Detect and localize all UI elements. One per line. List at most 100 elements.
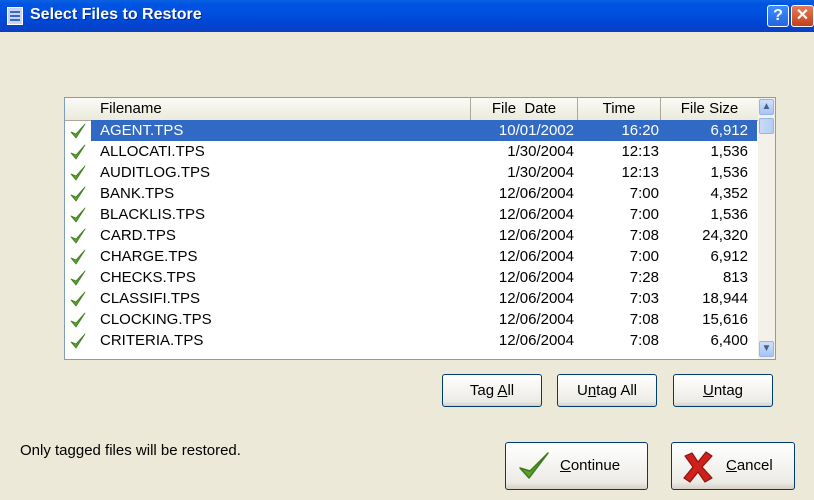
cell-time: 7:00 — [629, 185, 659, 202]
cell-file-size: 6,400 — [710, 332, 748, 349]
checkmark-icon[interactable] — [69, 310, 87, 329]
cell-file-date: 12/06/2004 — [498, 332, 574, 349]
untag-all-label-a: U — [576, 382, 588, 399]
cell-file-date: 12/06/2004 — [498, 311, 574, 328]
scroll-up-icon[interactable]: ▲ — [759, 99, 774, 115]
checkmark-icon[interactable] — [69, 184, 87, 203]
cell-file-size: 6,912 — [661, 120, 757, 141]
cell-time: 7:00 — [629, 206, 659, 223]
cell-file-date: 1/30/2004 — [507, 164, 574, 181]
untag-all-label-b: tag All — [596, 382, 638, 399]
table-row[interactable]: CRITERIA.TPS 12/06/2004 7:08 6,400 — [65, 330, 758, 351]
list-header: Filename File Date Time File Size — [65, 98, 758, 121]
cell-file-size: 1,536 — [710, 206, 748, 223]
cancel-label: ancel — [736, 457, 773, 474]
scroll-thumb[interactable] — [759, 118, 774, 134]
cell-time: 7:03 — [629, 290, 659, 307]
cell-file-size: 813 — [722, 269, 748, 286]
help-button[interactable]: ? — [767, 5, 789, 27]
close-button[interactable]: ✕ — [791, 5, 814, 27]
column-header-filename[interactable]: Filename — [65, 98, 471, 120]
title-bar[interactable]: Select Files to Restore ? ✕ — [0, 0, 814, 32]
table-row[interactable]: CLOCKING.TPS 12/06/2004 7:08 15,616 — [65, 309, 758, 330]
cell-file-date: 12/06/2004 — [498, 248, 574, 265]
cell-time: 7:08 — [629, 332, 659, 349]
cell-filename: BANK.TPS — [100, 185, 175, 202]
tag-all-label-b: ll — [507, 382, 515, 399]
cancel-button[interactable]: Cancel — [671, 442, 795, 490]
cell-file-date: 10/01/2002 — [471, 120, 578, 141]
x-icon — [683, 451, 713, 483]
checkmark-icon[interactable] — [69, 142, 87, 161]
cell-time: 7:00 — [629, 248, 659, 265]
cell-file-date: 1/30/2004 — [507, 143, 574, 160]
table-row[interactable]: BLACKLIS.TPS 12/06/2004 7:00 1,536 — [65, 204, 758, 225]
cell-file-size: 6,912 — [710, 248, 748, 265]
untag-all-button[interactable]: Untag All — [557, 374, 657, 407]
cell-filename: AUDITLOG.TPS — [100, 164, 211, 181]
tag-all-button[interactable]: Tag All — [442, 374, 542, 407]
table-row[interactable]: CHARGE.TPS 12/06/2004 7:00 6,912 — [65, 246, 758, 267]
cell-file-size: 18,944 — [702, 290, 748, 307]
table-row[interactable]: ALLOCATI.TPS 1/30/2004 12:13 1,536 — [65, 141, 758, 162]
cell-file-size: 24,320 — [702, 227, 748, 244]
cell-time: 16:20 — [578, 120, 661, 141]
cell-filename: ALLOCATI.TPS — [100, 143, 205, 160]
cell-file-date: 12/06/2004 — [498, 269, 574, 286]
restore-dialog: Select Files to Restore ? ✕ Filename Fil… — [0, 0, 814, 500]
cell-time: 12:13 — [621, 164, 659, 181]
table-row[interactable]: AUDITLOG.TPS 1/30/2004 12:13 1,536 — [65, 162, 758, 183]
continue-accelerator: C — [560, 457, 571, 474]
table-row[interactable]: BANK.TPS 12/06/2004 7:00 4,352 — [65, 183, 758, 204]
column-header-time[interactable]: Time — [578, 98, 661, 120]
table-row[interactable]: CARD.TPS 12/06/2004 7:08 24,320 — [65, 225, 758, 246]
tag-all-label-a: Tag — [469, 382, 498, 399]
untag-label: ntag — [713, 382, 744, 399]
table-row[interactable]: AGENT.TPS 10/01/2002 16:20 6,912 — [65, 120, 758, 141]
cell-file-size: 4,352 — [710, 185, 748, 202]
cell-time: 7:28 — [629, 269, 659, 286]
checkmark-icon[interactable] — [69, 121, 87, 140]
cell-file-date: 12/06/2004 — [498, 290, 574, 307]
cell-filename: BLACKLIS.TPS — [100, 206, 206, 223]
cell-file-size: 1,536 — [710, 143, 748, 160]
column-header-file-size[interactable]: File Size — [661, 98, 758, 120]
checkmark-icon[interactable] — [69, 205, 87, 224]
column-header-file-date[interactable]: File Date — [471, 98, 578, 120]
cell-filename: AGENT.TPS — [91, 120, 471, 141]
scroll-down-icon[interactable]: ▼ — [759, 341, 774, 357]
status-message: Only tagged files will be restored. — [20, 442, 241, 459]
untag-accelerator: U — [702, 382, 714, 399]
table-row[interactable]: CLASSIFI.TPS 12/06/2004 7:03 18,944 — [65, 288, 758, 309]
cell-file-date: 12/06/2004 — [498, 206, 574, 223]
cancel-accelerator: C — [726, 457, 737, 474]
cell-filename: CHECKS.TPS — [100, 269, 196, 286]
cell-file-date: 12/06/2004 — [498, 227, 574, 244]
cell-filename: CARD.TPS — [100, 227, 176, 244]
window-icon — [7, 7, 23, 25]
checkmark-icon[interactable] — [69, 268, 87, 287]
tag-all-accelerator: A — [497, 382, 508, 399]
untag-button[interactable]: Untag — [673, 374, 773, 407]
cell-filename: CHARGE.TPS — [100, 248, 198, 265]
cell-filename: CRITERIA.TPS — [100, 332, 204, 349]
continue-button[interactable]: Continue — [505, 442, 648, 490]
continue-label: ontinue — [570, 457, 621, 474]
table-row[interactable]: CHECKS.TPS 12/06/2004 7:28 813 — [65, 267, 758, 288]
cell-file-size: 15,616 — [702, 311, 748, 328]
cell-time: 12:13 — [621, 143, 659, 160]
checkmark-icon[interactable] — [69, 331, 87, 350]
file-list[interactable]: Filename File Date Time File Size AGENT.… — [64, 97, 776, 360]
window-title: Select Files to Restore — [30, 6, 202, 23]
checkmark-icon[interactable] — [69, 163, 87, 182]
cell-file-date: 12/06/2004 — [498, 185, 574, 202]
cell-time: 7:08 — [629, 311, 659, 328]
checkmark-icon[interactable] — [69, 226, 87, 245]
cell-filename: CLASSIFI.TPS — [100, 290, 201, 307]
checkmark-icon — [519, 452, 549, 479]
cell-filename: CLOCKING.TPS — [100, 311, 212, 328]
vertical-scrollbar[interactable]: ▲ ▼ — [758, 98, 775, 359]
checkmark-icon[interactable] — [69, 289, 87, 308]
checkmark-icon[interactable] — [69, 247, 87, 266]
untag-all-accelerator: n — [587, 382, 597, 399]
